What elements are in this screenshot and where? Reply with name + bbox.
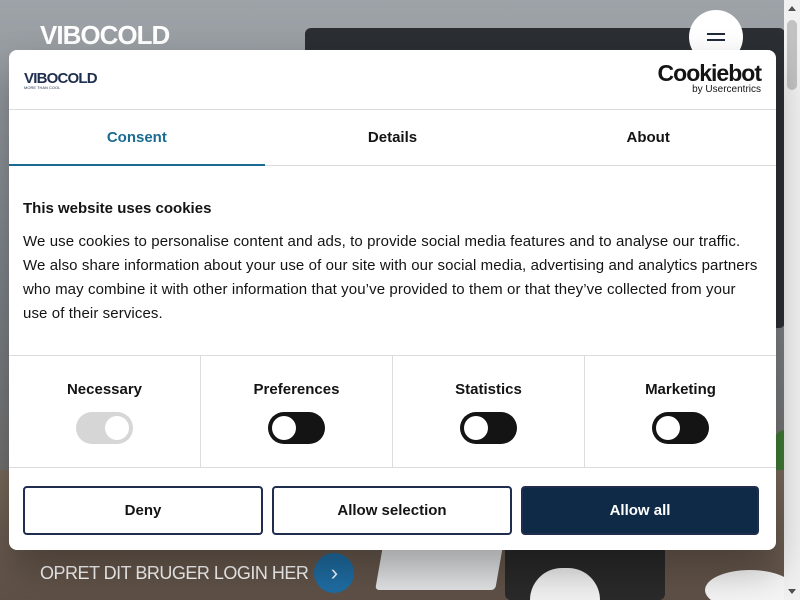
statistics-toggle[interactable] (460, 412, 517, 444)
toggle-knob (464, 416, 488, 440)
consent-content: This website uses cookies We use cookies… (9, 166, 776, 355)
hamburger-icon (707, 33, 725, 35)
toggle-cell-marketing: Marketing (585, 356, 776, 467)
tab-consent[interactable]: Consent (9, 110, 265, 166)
page-scrollbar[interactable] (784, 0, 800, 600)
tab-details[interactable]: Details (265, 110, 521, 165)
cookie-consent-dialog: VIBOCOLD MORE THAN COOL Cookiebot by Use… (9, 50, 776, 550)
necessary-toggle (76, 412, 133, 444)
dialog-tabs: Consent Details About (9, 110, 776, 166)
toggle-knob (105, 416, 129, 440)
deny-button[interactable]: Deny (23, 486, 263, 535)
consent-buttons: Deny Allow selection Allow all (9, 468, 776, 535)
chevron-right-icon[interactable]: › (314, 553, 355, 593)
toggle-label-statistics: Statistics (455, 381, 522, 398)
cookiebot-name: Cookiebot (657, 60, 762, 86)
toggle-cell-statistics: Statistics (393, 356, 585, 467)
toggle-label-marketing: Marketing (645, 381, 716, 398)
create-login-cta[interactable]: OPRET DIT BRUGER LOGIN HER › (40, 553, 355, 593)
scroll-down-arrow-icon[interactable] (788, 589, 796, 594)
consent-toggles: Necessary Preferences Statistics Marketi… (9, 355, 776, 468)
cookiebot-logo[interactable]: Cookiebot by Usercentrics (657, 60, 762, 96)
allow-all-button[interactable]: Allow all (521, 486, 759, 535)
brand-logo: VIBOCOLD MORE THAN COOL (24, 70, 98, 90)
allow-selection-button[interactable]: Allow selection (272, 486, 512, 535)
tab-about[interactable]: About (520, 110, 776, 165)
scroll-up-arrow-icon[interactable] (788, 6, 796, 11)
toggle-knob (656, 416, 680, 440)
marketing-toggle[interactable] (652, 412, 709, 444)
scrollbar-thumb[interactable] (787, 20, 797, 90)
preferences-toggle[interactable] (268, 412, 325, 444)
hamburger-icon (707, 39, 725, 41)
toggle-label-preferences: Preferences (253, 381, 340, 398)
toggle-label-necessary: Necessary (66, 381, 143, 398)
cta-label: OPRET DIT BRUGER LOGIN HER (40, 562, 309, 583)
toggle-knob (272, 416, 296, 440)
consent-body: We use cookies to personalise content an… (23, 233, 758, 322)
consent-heading: This website uses cookies (23, 200, 212, 217)
toggle-cell-necessary: Necessary (9, 356, 201, 467)
site-logo[interactable]: VIBOCOLD (40, 20, 170, 51)
dialog-header: VIBOCOLD MORE THAN COOL Cookiebot by Use… (9, 50, 776, 110)
toggle-cell-preferences: Preferences (201, 356, 393, 467)
